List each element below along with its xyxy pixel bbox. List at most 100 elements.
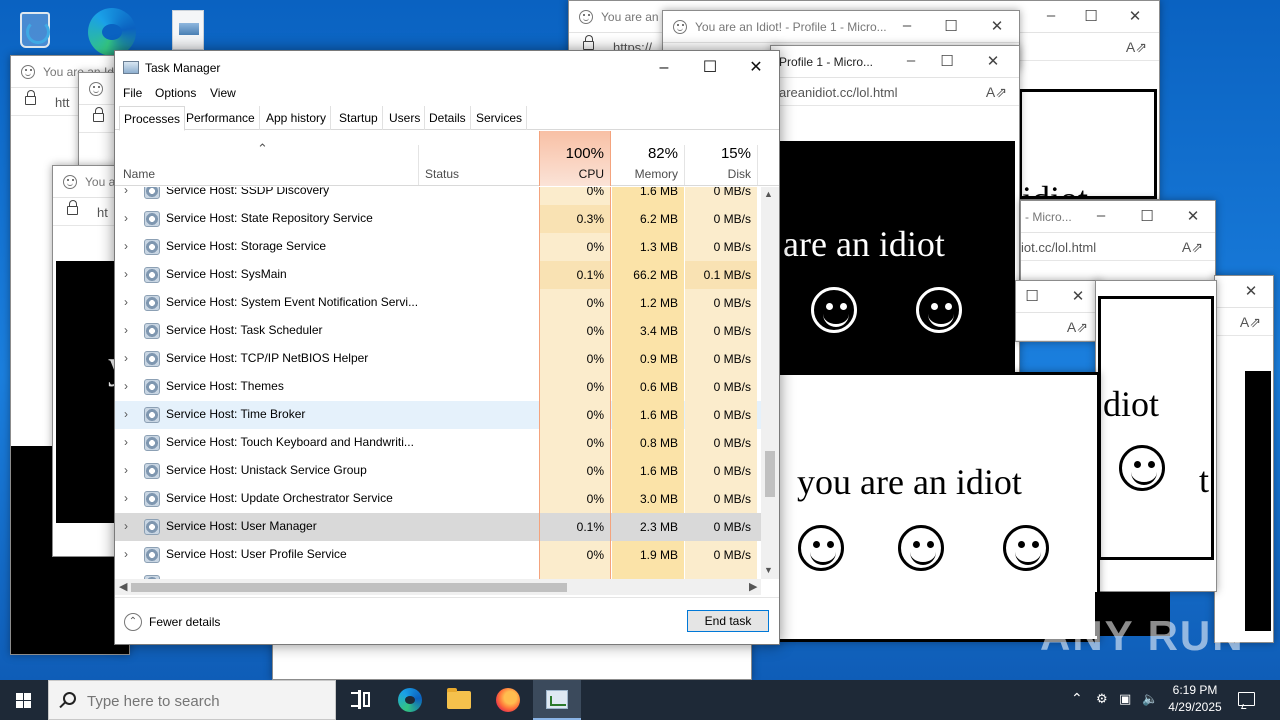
- column-disk[interactable]: 15% Disk: [685, 131, 757, 186]
- maximize-icon[interactable]: ☐: [941, 17, 961, 35]
- volume-icon[interactable]: 🔈: [1142, 691, 1158, 707]
- table-row[interactable]: › Service Host: Themes 0% 0.6 MB 0 MB/s: [115, 373, 761, 401]
- read-aloud-icon[interactable]: A⇗: [1067, 319, 1088, 336]
- chevron-up-icon[interactable]: ⌃: [1071, 690, 1083, 720]
- title-bar[interactable]: Task Manager – ☐ ✕: [115, 51, 779, 83]
- scroll-down-icon[interactable]: ▼: [764, 565, 773, 575]
- tab-app-history[interactable]: App history: [262, 106, 332, 130]
- column-status[interactable]: Status: [425, 131, 535, 186]
- chevron-up-icon[interactable]: ⌃: [124, 613, 142, 631]
- chevron-right-icon[interactable]: ›: [124, 407, 128, 421]
- tab-performance[interactable]: Performance: [182, 106, 260, 130]
- chevron-right-icon[interactable]: ›: [124, 267, 128, 281]
- table-row[interactable]: › Service Host: Unistack Service Group 0% 1…: [115, 457, 761, 485]
- table-row[interactable]: › Service Host: System Event Notification…: [115, 289, 761, 317]
- table-row[interactable]: [115, 569, 761, 579]
- table-row[interactable]: › Service Host: State Repository Service 0…: [115, 205, 761, 233]
- chevron-right-icon[interactable]: ›: [124, 187, 128, 197]
- idiot-popup-window[interactable]: ✕ A⇗: [1214, 275, 1274, 643]
- table-row[interactable]: › Service Host: Storage Service 0% 1.3 MB 0 …: [115, 233, 761, 261]
- read-aloud-icon[interactable]: A⇗: [1240, 314, 1261, 331]
- close-icon[interactable]: ✕: [1183, 207, 1203, 225]
- popup-url[interactable]: iot.cc/lol.html: [1021, 240, 1096, 255]
- firefox-icon[interactable]: [484, 680, 532, 720]
- close-icon[interactable]: ✕: [733, 55, 779, 81]
- minimize-icon[interactable]: –: [897, 17, 917, 34]
- edge-taskbar-icon[interactable]: [386, 680, 434, 720]
- maximize-icon[interactable]: ☐: [1081, 7, 1101, 25]
- tab-startup[interactable]: Startup: [335, 106, 383, 130]
- idiot-popup-window[interactable]: diot t: [1095, 280, 1217, 592]
- read-aloud-icon[interactable]: A⇗: [986, 84, 1007, 101]
- close-icon[interactable]: ✕: [1241, 282, 1261, 300]
- chevron-right-icon[interactable]: ›: [124, 463, 128, 477]
- popup-url[interactable]: htt: [55, 95, 69, 110]
- table-row[interactable]: › Service Host: Time Broker 0% 1.6 MB 0 MB/s: [115, 401, 761, 429]
- tab-processes[interactable]: Processes: [119, 106, 186, 131]
- taskbar-search[interactable]: [48, 680, 336, 720]
- scroll-thumb[interactable]: [765, 451, 775, 497]
- process-list[interactable]: › Service Host: SSDP Discovery 0% 1.6 MB 0 M…: [115, 187, 761, 579]
- close-icon[interactable]: ✕: [1068, 287, 1088, 305]
- task-manager-window[interactable]: Task Manager – ☐ ✕ File Options View Pro…: [114, 50, 780, 645]
- chevron-right-icon[interactable]: ›: [124, 239, 128, 253]
- table-row[interactable]: › Service Host: TCP/IP NetBIOS Helper 0% 0.…: [115, 345, 761, 373]
- minimize-icon[interactable]: –: [1091, 207, 1111, 224]
- scroll-thumb[interactable]: [131, 583, 567, 592]
- minimize-icon[interactable]: –: [901, 52, 921, 69]
- menu-file[interactable]: File: [123, 86, 142, 100]
- idiot-popup-window[interactable]: [272, 640, 752, 680]
- chevron-right-icon[interactable]: ›: [124, 323, 128, 337]
- chevron-right-icon[interactable]: ›: [124, 379, 128, 393]
- tab-users[interactable]: Users: [385, 106, 426, 130]
- chevron-right-icon[interactable]: ›: [124, 351, 128, 365]
- table-row[interactable]: › Service Host: Update Orchestrator Servi…: [115, 485, 761, 513]
- minimize-icon[interactable]: –: [641, 55, 687, 81]
- menu-view[interactable]: View: [210, 86, 236, 100]
- read-aloud-icon[interactable]: A⇗: [1182, 239, 1203, 256]
- task-view-icon[interactable]: [336, 680, 384, 720]
- maximize-icon[interactable]: ☐: [1137, 207, 1157, 225]
- table-row[interactable]: › Service Host: SysMain 0.1% 66.2 MB 0.1 MB/…: [115, 261, 761, 289]
- chevron-right-icon[interactable]: ›: [124, 211, 128, 225]
- maximize-icon[interactable]: ☐: [687, 55, 733, 81]
- horizontal-scrollbar[interactable]: ◀ ▶: [115, 579, 761, 595]
- security-icon[interactable]: ⚙: [1096, 691, 1108, 707]
- table-row[interactable]: › Service Host: Touch Keyboard and Handwr…: [115, 429, 761, 457]
- vertical-scrollbar[interactable]: ▲ ▼: [761, 187, 779, 579]
- scroll-up-icon[interactable]: ▲: [764, 189, 773, 199]
- maximize-icon[interactable]: ☐: [937, 52, 957, 70]
- chevron-right-icon[interactable]: ›: [124, 519, 128, 533]
- close-icon[interactable]: ✕: [987, 17, 1007, 35]
- popup-url[interactable]: ht: [97, 205, 108, 220]
- chevron-right-icon[interactable]: ›: [124, 547, 128, 561]
- tab-details[interactable]: Details: [425, 106, 471, 130]
- scroll-left-icon[interactable]: ◀: [119, 580, 127, 593]
- read-aloud-icon[interactable]: A⇗: [1126, 39, 1147, 56]
- close-icon[interactable]: ✕: [983, 52, 1003, 70]
- fewer-details-link[interactable]: Fewer details: [149, 615, 220, 629]
- idiot-popup-window[interactable]: you are an idiot: [770, 372, 1100, 642]
- file-explorer-icon[interactable]: [435, 680, 483, 720]
- chevron-right-icon[interactable]: ›: [124, 435, 128, 449]
- close-icon[interactable]: ✕: [1125, 7, 1145, 25]
- recycle-bin-icon[interactable]: [14, 6, 62, 54]
- column-cpu[interactable]: 100% CPU: [539, 131, 611, 186]
- column-name[interactable]: Name: [123, 131, 413, 186]
- search-input[interactable]: [87, 690, 327, 712]
- scroll-right-icon[interactable]: ▶: [749, 580, 757, 593]
- network-icon[interactable]: ▣: [1119, 691, 1131, 707]
- task-manager-taskbar-icon[interactable]: [533, 680, 581, 720]
- notifications-icon[interactable]: [1238, 692, 1255, 706]
- minimize-icon[interactable]: –: [1041, 7, 1061, 24]
- menu-options[interactable]: Options: [155, 86, 196, 100]
- clock[interactable]: 6:19 PM 4/29/2025: [1162, 682, 1228, 716]
- table-row[interactable]: › Service Host: SSDP Discovery 0% 1.6 MB 0 M…: [115, 187, 761, 205]
- end-task-button[interactable]: End task: [687, 610, 769, 632]
- chevron-right-icon[interactable]: ›: [124, 295, 128, 309]
- table-row[interactable]: › Service Host: User Profile Service 0% 1.9…: [115, 541, 761, 569]
- idiot-popup-window[interactable]: ☐ ✕ A⇗: [1015, 280, 1101, 342]
- popup-url[interactable]: areanidiot.cc/lol.html: [779, 85, 898, 100]
- start-button[interactable]: [0, 680, 48, 720]
- maximize-icon[interactable]: ☐: [1022, 287, 1042, 305]
